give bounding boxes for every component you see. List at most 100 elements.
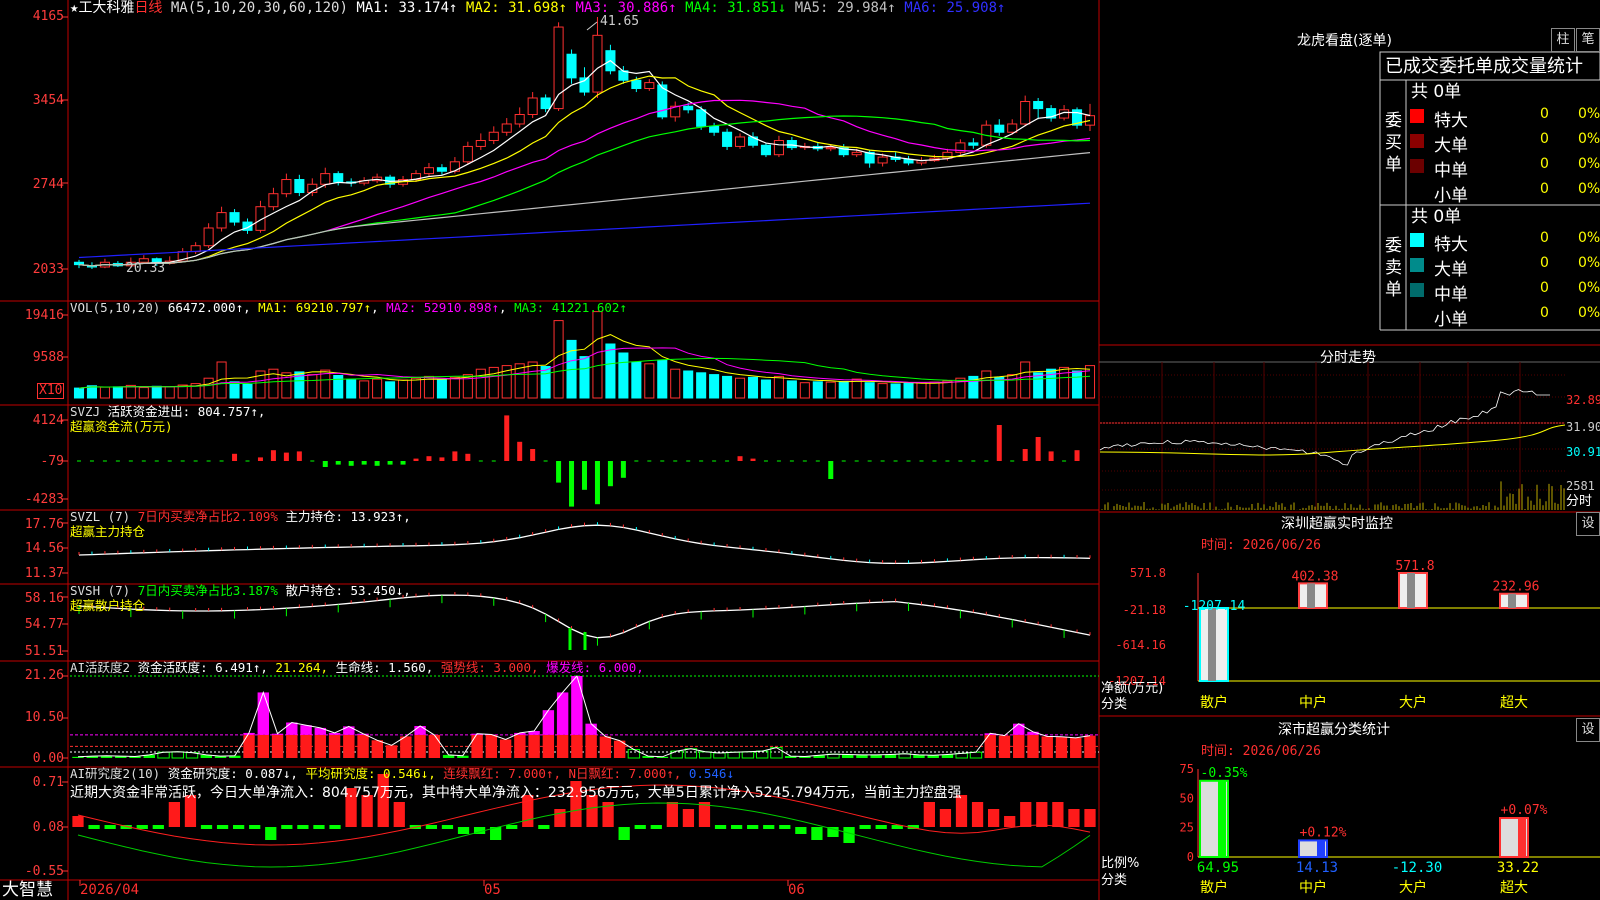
ai1-bar: [571, 676, 582, 735]
volume-bar: [813, 382, 822, 398]
svzj-title: 活跃资金进出: 804.757↑,: [108, 404, 266, 419]
candle-body: [567, 54, 576, 78]
chart-canvas[interactable]: 571.8-21.18-614.16-1207.14-1207.14散户402.…: [0, 0, 1600, 900]
high-pointer: [587, 22, 597, 30]
fenshi-tick: 32.89: [1566, 393, 1600, 407]
ai2-bar: [442, 825, 453, 829]
ma5-value: MA5: 29.984↑: [795, 0, 896, 16]
fenshi-unit: 分时: [1566, 495, 1592, 509]
ai1-bar: [671, 751, 682, 758]
ai1-bar: [557, 692, 568, 734]
bar-mode-button[interactable]: 柱: [1551, 28, 1575, 52]
volume-bar: [282, 373, 291, 398]
price-header: ★工大科雅日线 MA(5,10,20,30,60,120) MA1: 33.17…: [70, 1, 1005, 15]
volume-bar: [1021, 362, 1030, 398]
candle-body: [217, 213, 226, 228]
ai1-bar: [471, 735, 482, 758]
ai1-bar: [286, 723, 297, 735]
candle-body: [1021, 102, 1030, 124]
ai1-bar: [486, 735, 497, 758]
order-pct: 0%: [1578, 131, 1600, 147]
svsh-title: 散户持仓: 53.450↓,: [285, 583, 410, 598]
cls-category: 超大: [1500, 880, 1528, 896]
sz-category: 散户: [1200, 694, 1228, 711]
svsh-header: SVSH (7) 7日内买卖净占比3.187% 散户持仓: 53.450↓,: [70, 584, 411, 598]
ai2-bar: [795, 827, 806, 834]
ai1-bar: [172, 752, 183, 758]
flow-bar: [1075, 450, 1080, 461]
svsh-label: SVSH (7): [70, 583, 130, 598]
svzj-tick: -79: [41, 454, 64, 469]
ma2-value: MA2: 31.698↑: [466, 0, 567, 16]
sell-side-label: 委卖单: [1385, 235, 1403, 301]
ai2-bar: [876, 825, 887, 829]
ai2-bar: [843, 827, 854, 843]
ai1-tick: 10.50: [25, 710, 64, 725]
cls-category: 散户: [1200, 879, 1228, 896]
ai2-bar: [667, 802, 678, 827]
flow-bar: [349, 461, 354, 466]
ai2-bar: [458, 827, 469, 834]
order-row-2: 中单 0 0%: [1410, 280, 1600, 302]
ai1-bar: [514, 735, 525, 758]
candle-body: [334, 174, 343, 182]
ai2-bar: [1036, 802, 1047, 827]
volume-bar: [774, 376, 783, 398]
svsh-line: [79, 595, 1090, 638]
ai2-v5: 0.546↓: [689, 766, 734, 781]
sz-time: 时间: 2026/06/26: [1201, 539, 1321, 553]
stock-name[interactable]: 工大科雅: [78, 0, 134, 16]
flow-bar: [375, 461, 380, 466]
candle-body: [632, 80, 641, 88]
cls-value: 14.13: [1296, 860, 1338, 876]
flow-bar: [271, 450, 276, 461]
svsh-tick: 54.77: [25, 617, 64, 632]
sz-bar-label: 402.38: [1292, 569, 1339, 584]
ai2-bar: [201, 825, 212, 829]
svzl-header: SVZL (7) 7日内买卖净占比2.109% 主力持仓: 13.923↑,: [70, 510, 411, 524]
ai1-bar: [628, 750, 639, 758]
sz-bar-shade: [1508, 594, 1516, 608]
ai1-bar: [600, 736, 611, 758]
svzl-title: 主力持仓: 13.923↑,: [285, 509, 410, 524]
vol-ma3: MA3: 41221.602↑: [514, 300, 627, 315]
sz-bar-label: -1207.14: [1183, 599, 1246, 614]
color-swatch: [1410, 258, 1424, 272]
order-pct: 0%: [1578, 305, 1600, 321]
cls-pct: +0.12%: [1300, 825, 1347, 840]
volume-bar: [684, 371, 693, 398]
flow-bar: [1036, 437, 1041, 461]
flow-bar: [517, 442, 522, 461]
ai2-bar: [426, 825, 437, 829]
order-count: 0: [1540, 280, 1549, 296]
candle-body: [463, 146, 472, 161]
settings-button-2[interactable]: 设: [1576, 718, 1600, 742]
ai1-v4: 强势线: 3.000,: [441, 660, 539, 675]
ai2-bar: [249, 825, 260, 829]
volume-bar: [1085, 366, 1094, 398]
candle-body: [826, 148, 835, 149]
vol-tick: 19416: [25, 308, 64, 323]
candle-body: [593, 35, 602, 92]
order-type: 特大: [1434, 106, 1468, 131]
flow-bar: [595, 461, 600, 504]
volume-bar: [347, 380, 356, 398]
cls-bar-fill: [1218, 781, 1226, 857]
fenshi-title: 分时走势: [1320, 351, 1376, 365]
price-tick: 2744: [33, 177, 64, 192]
order-row-3: 小单 0 0%: [1410, 181, 1600, 203]
color-swatch: [1410, 159, 1424, 173]
candle-body: [969, 143, 978, 145]
settings-button[interactable]: 设: [1576, 512, 1600, 536]
tick-mode-button[interactable]: 笔: [1576, 28, 1600, 52]
brand-logo[interactable]: 大智慧: [2, 880, 53, 900]
flow-bar: [621, 461, 626, 478]
ai1-bar: [685, 749, 696, 758]
candle-body: [424, 168, 433, 174]
period-label[interactable]: 日线: [134, 0, 162, 16]
order-type: 大单: [1434, 131, 1468, 156]
ai1-tick: 21.26: [25, 668, 64, 683]
month-tick: 06: [788, 883, 805, 897]
ai2-bar: [394, 802, 405, 827]
ai2-bar: [940, 809, 951, 827]
